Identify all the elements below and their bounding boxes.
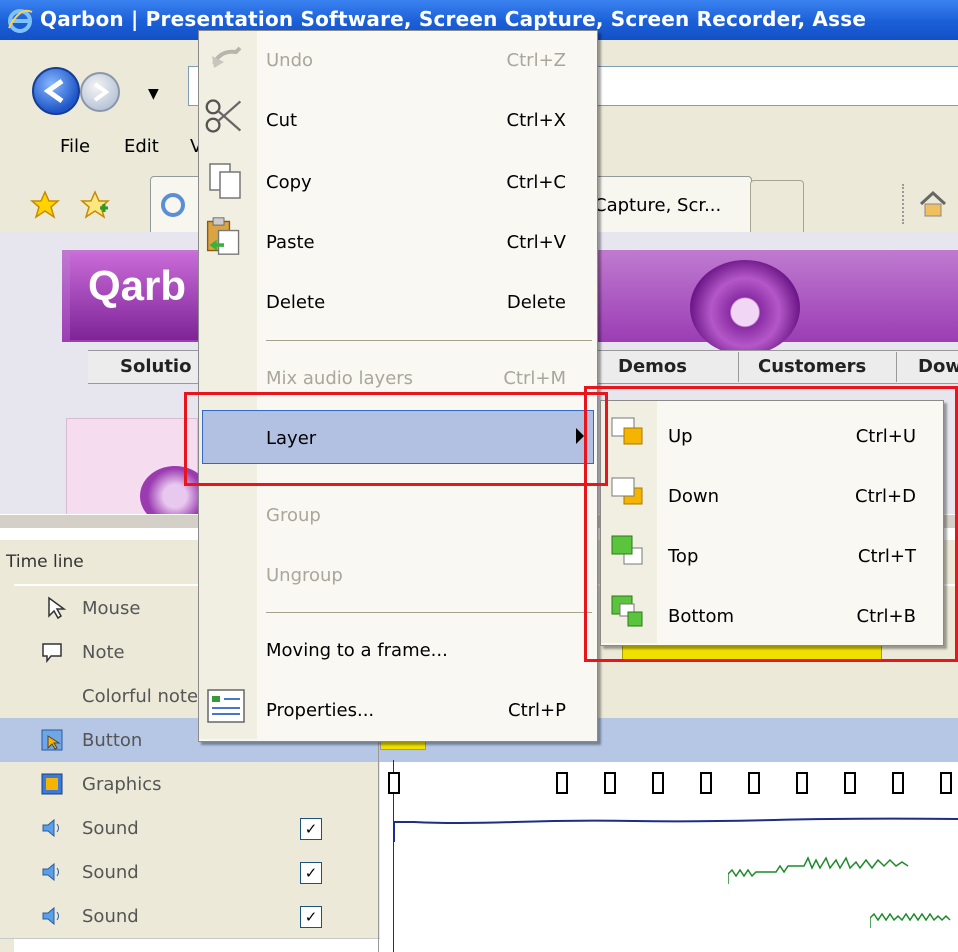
frame-marker[interactable] (892, 772, 904, 794)
frame-marker[interactable] (652, 772, 664, 794)
frame-marker[interactable] (748, 772, 760, 794)
mouse-pointer-icon (48, 596, 67, 620)
frame-marker[interactable] (388, 772, 400, 794)
nav-separator (896, 352, 897, 382)
menu-delete[interactable]: Delete (266, 292, 325, 313)
menu-group[interactable]: Group (266, 505, 321, 526)
properties-icon (207, 689, 245, 723)
forward-button[interactable] (80, 72, 120, 112)
menu-cut[interactable]: Cut (266, 110, 297, 131)
menu-moving-to-frame[interactable]: Moving to a frame... (266, 640, 448, 661)
menu-edit[interactable]: Edit (124, 136, 159, 157)
timeline-title: Time line (6, 552, 84, 572)
menu-properties[interactable]: Properties... (266, 700, 374, 721)
menu-separator (266, 340, 592, 341)
note-balloon-icon (42, 643, 62, 664)
sound-3-checkbox[interactable]: ✓ (300, 906, 322, 928)
speaker-icon (42, 818, 59, 838)
frame-marker[interactable] (700, 772, 712, 794)
waveform-sound-3 (870, 912, 951, 928)
menu-mix-audio-shortcut: Ctrl+M (503, 368, 566, 389)
tab-loading-icon (161, 193, 185, 217)
highlight-box-submenu (584, 386, 958, 662)
menu-cut-shortcut: Ctrl+X (506, 110, 566, 131)
menu-paste-shortcut: Ctrl+V (506, 232, 566, 253)
back-button[interactable] (32, 67, 80, 115)
context-menu-icon-strip (199, 31, 257, 739)
frame-marker[interactable] (796, 772, 808, 794)
forward-arrow-icon (93, 82, 110, 102)
waveform-sound-1 (394, 817, 958, 842)
copy-icon (209, 163, 241, 199)
menu-separator (266, 612, 592, 613)
frame-marker[interactable] (844, 772, 856, 794)
menu-ungroup[interactable]: Ungroup (266, 565, 343, 586)
menu-file[interactable]: File (60, 136, 90, 157)
menu-undo-shortcut: Ctrl+Z (506, 50, 566, 71)
back-arrow-icon (43, 78, 64, 104)
menu-copy[interactable]: Copy (266, 172, 312, 193)
site-logo[interactable]: Qarb (88, 262, 186, 310)
home-icon[interactable] (918, 190, 948, 218)
menu-properties-shortcut: Ctrl+P (508, 700, 566, 721)
waveform-sound-2 (728, 856, 909, 884)
menu-paste[interactable]: Paste (266, 232, 315, 253)
sound-1-checkbox[interactable]: ✓ (300, 818, 322, 840)
paste-icon (206, 217, 240, 255)
nav-demos[interactable]: Demos (618, 356, 687, 377)
menu-mix-audio-layers[interactable]: Mix audio layers (266, 368, 413, 389)
nav-solutions[interactable]: Solutio (120, 356, 191, 377)
internet-explorer-icon (8, 9, 33, 33)
menu-delete-shortcut: Delete (506, 292, 566, 313)
frame-marker[interactable] (604, 772, 616, 794)
speaker-icon (42, 862, 59, 882)
row-label-colorful-note: Colorful note (82, 686, 199, 707)
nav-customers[interactable]: Customers (758, 356, 866, 377)
row-label-mouse: Mouse (82, 598, 141, 619)
highlight-box-layer (184, 392, 608, 486)
frame-marker[interactable] (940, 772, 952, 794)
row-label-button: Button (82, 730, 143, 751)
new-tab-button[interactable] (750, 180, 804, 233)
speaker-icon (42, 906, 59, 926)
qarbon-swirl-logo (690, 260, 800, 355)
row-label-graphics: Graphics (82, 774, 162, 795)
nav-downloads[interactable]: Dow (918, 356, 958, 377)
undo-icon (212, 46, 242, 68)
nav-separator (738, 352, 739, 382)
add-favorite-icon[interactable] (80, 190, 110, 220)
sound-2-checkbox[interactable]: ✓ (300, 862, 322, 884)
row-label-sound-2: Sound (82, 862, 139, 883)
menu-undo[interactable]: Undo (266, 50, 313, 71)
row-label-sound-1: Sound (82, 818, 139, 839)
graphics-object-icon (41, 773, 63, 795)
favorites-star-icon[interactable] (30, 190, 60, 220)
history-dropdown-icon[interactable]: ▼ (148, 86, 159, 102)
row-label-note: Note (82, 642, 125, 663)
menu-copy-shortcut: Ctrl+C (506, 172, 566, 193)
button-object-icon (41, 729, 63, 751)
row-label-sound-3: Sound (82, 906, 139, 927)
window-title: Qarbon | Presentation Software, Screen C… (40, 7, 867, 31)
toolbar-separator (902, 184, 906, 224)
tab-title: Capture, Scr... (594, 195, 722, 216)
frame-marker[interactable] (556, 772, 568, 794)
scissors-icon (205, 99, 242, 133)
